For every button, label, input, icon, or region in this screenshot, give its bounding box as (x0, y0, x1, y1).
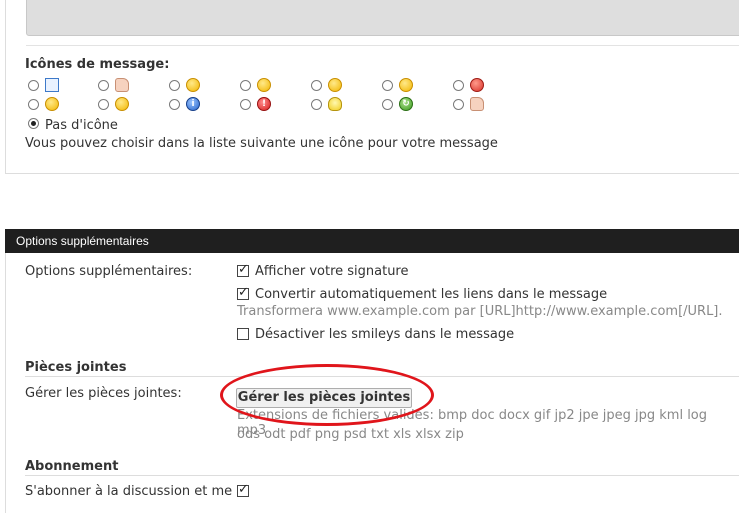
show-signature-label: Afficher votre signature (255, 264, 409, 279)
attachments-title: Pièces jointes (25, 360, 127, 375)
icon-radio-document[interactable] (28, 80, 39, 91)
icon-radio-wink[interactable] (240, 80, 251, 91)
divider (25, 475, 739, 476)
icon-radio-lightbulb[interactable] (311, 99, 322, 110)
no-icon-radio[interactable] (28, 118, 39, 129)
smile-wink-icon (257, 78, 271, 92)
icons-section-title: Icônes de message: (25, 57, 170, 72)
icon-radio-sad[interactable] (382, 80, 393, 91)
icon-radio-grin[interactable] (169, 80, 180, 91)
manage-attachments-label: Gérer les pièces jointes: (25, 386, 182, 401)
icon-radio-thumb-down[interactable] (98, 80, 109, 91)
thumb-up-icon (470, 97, 484, 111)
grin-icon (186, 78, 200, 92)
convert-links-label: Convertir automatiquement les liens dans… (255, 287, 608, 302)
options-header-title: Options supplémentaires (16, 234, 149, 248)
icon-radio-smile[interactable] (28, 99, 39, 110)
icon-radio-exclamation[interactable] (240, 99, 251, 110)
subscribe-label: S'abonner à la discussion et me (25, 484, 233, 499)
lightbulb-icon (328, 97, 342, 111)
options-section-header: Options supplémentaires (5, 229, 739, 253)
icon-radio-info[interactable] (169, 99, 180, 110)
show-signature-checkbox[interactable] (237, 262, 249, 277)
highlight-ellipse (220, 364, 434, 426)
recycle-icon: ↻ (399, 97, 413, 111)
valid-extensions-line2: ods odt pdf png psd txt xls xlsx zip (237, 427, 464, 442)
editor-area[interactable] (26, 0, 739, 36)
icon-radio-angry[interactable] (453, 80, 464, 91)
cool-icon (115, 97, 129, 111)
laugh-icon (328, 78, 342, 92)
angry-icon (470, 78, 484, 92)
icon-radio-thumb-up[interactable] (453, 99, 464, 110)
subscribe-checkbox[interactable] (237, 482, 249, 497)
convert-links-checkbox[interactable] (237, 285, 249, 300)
subscription-title: Abonnement (25, 459, 119, 474)
document-icon (45, 78, 59, 92)
smile-icon (45, 97, 59, 111)
convert-links-hint: Transformera www.example.com par [URL]ht… (237, 304, 723, 319)
divider (26, 45, 739, 46)
thumb-down-icon (115, 78, 129, 92)
disable-smilies-label: Désactiver les smileys dans le message (255, 327, 515, 342)
icon-radio-cool[interactable] (98, 99, 109, 110)
info-icon: i (186, 97, 200, 111)
sad-icon (399, 78, 413, 92)
options-label: Options supplémentaires: (25, 264, 193, 279)
icon-radio-recycle[interactable] (382, 99, 393, 110)
icons-help-text: Vous pouvez choisir dans la liste suivan… (25, 136, 498, 151)
disable-smilies-checkbox[interactable] (237, 328, 249, 340)
exclamation-icon: ! (257, 97, 271, 111)
icon-radio-laugh[interactable] (311, 80, 322, 91)
no-icon-label: Pas d'icône (45, 118, 118, 133)
